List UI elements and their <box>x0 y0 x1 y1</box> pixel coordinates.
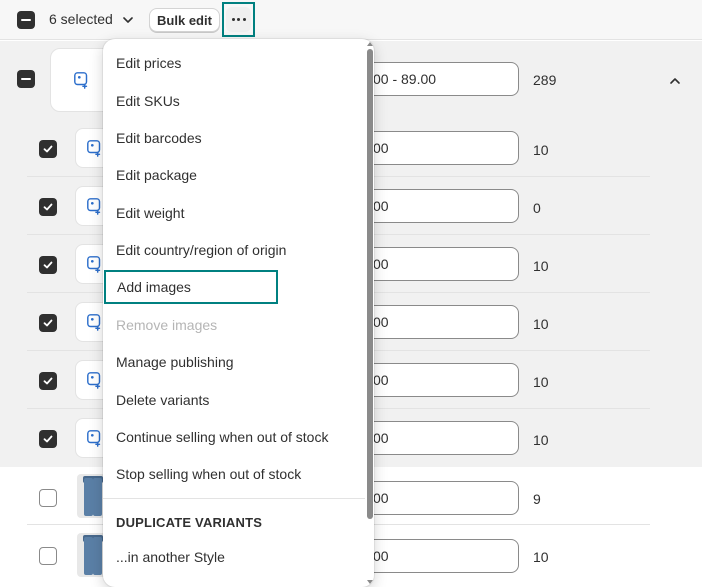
chevron-down-icon[interactable] <box>122 14 134 26</box>
menu-item-delete-variants[interactable]: Delete variants <box>103 383 365 417</box>
quantity-value: 10 <box>533 142 549 158</box>
bulk-edit-button[interactable]: Bulk edit <box>149 8 220 32</box>
ellipsis-icon <box>226 7 251 32</box>
select-all-checkbox[interactable] <box>17 11 35 29</box>
menu-item-stop-selling[interactable]: Stop selling when out of stock <box>103 457 365 491</box>
total-quantity: 289 <box>533 72 557 88</box>
menu-scrollbar[interactable] <box>366 39 374 587</box>
checkmark-icon <box>43 261 53 269</box>
checkmark-icon <box>43 435 53 443</box>
menu-divider <box>103 498 365 499</box>
price-field[interactable]: 00 <box>352 539 519 573</box>
menu-section-heading: DUPLICATE VARIANTS <box>116 515 263 530</box>
menu-item-manage-publishing[interactable]: Manage publishing <box>103 345 365 379</box>
add-image-icon <box>87 372 101 389</box>
menu-item-edit-prices[interactable]: Edit prices <box>103 46 365 80</box>
variant-checkbox[interactable] <box>39 430 57 448</box>
add-image-icon <box>87 430 101 447</box>
indeterminate-dash-icon <box>21 19 31 21</box>
parent-row-checkbox[interactable] <box>17 70 35 88</box>
more-actions-menu: Edit prices Edit SKUs Edit barcodes Edit… <box>103 39 374 587</box>
quantity-value: 0 <box>533 200 541 216</box>
checkmark-icon <box>43 377 53 385</box>
price-field[interactable]: 00 <box>352 131 519 165</box>
price-field[interactable]: 00 <box>352 247 519 281</box>
scroll-up-arrow-icon[interactable] <box>367 42 373 46</box>
price-field[interactable]: 00 <box>352 421 519 455</box>
quantity-value: 10 <box>533 258 549 274</box>
quantity-value: 10 <box>533 549 549 565</box>
scrollbar-thumb[interactable] <box>367 49 373 519</box>
variant-checkbox[interactable] <box>39 489 57 507</box>
indeterminate-dash-icon <box>21 78 31 80</box>
quantity-value: 10 <box>533 432 549 448</box>
add-image-icon <box>87 314 101 331</box>
add-image-icon <box>74 72 88 89</box>
price-field[interactable]: 00 <box>352 189 519 223</box>
variant-checkbox[interactable] <box>39 256 57 274</box>
checkmark-icon <box>43 145 53 153</box>
menu-item-edit-country-of-origin[interactable]: Edit country/region of origin <box>103 233 365 267</box>
chevron-up-icon[interactable] <box>668 74 682 88</box>
menu-item-remove-images: Remove images <box>116 317 218 333</box>
add-image-icon <box>87 198 101 215</box>
more-actions-button[interactable] <box>222 2 255 37</box>
add-image-icon <box>87 140 101 157</box>
menu-item-edit-package[interactable]: Edit package <box>103 158 365 192</box>
variant-checkbox[interactable] <box>39 140 57 158</box>
variant-checkbox[interactable] <box>39 547 57 565</box>
price-field[interactable]: 00 <box>352 363 519 397</box>
selected-count[interactable]: 6 selected <box>49 11 113 27</box>
bulk-action-toolbar: 6 selected Bulk edit <box>0 0 702 40</box>
menu-item-edit-barcodes[interactable]: Edit barcodes <box>103 121 365 155</box>
scroll-down-arrow-icon[interactable] <box>367 580 373 584</box>
checkmark-icon <box>43 203 53 211</box>
quantity-value: 10 <box>533 374 549 390</box>
variant-checkbox[interactable] <box>39 372 57 390</box>
menu-item-edit-weight[interactable]: Edit weight <box>103 196 365 230</box>
add-image-icon <box>87 256 101 273</box>
menu-item-duplicate-in-another-style[interactable]: ...in another Style <box>103 540 365 574</box>
menu-item-add-images[interactable]: Add images <box>104 270 278 304</box>
menu-item-edit-skus[interactable]: Edit SKUs <box>103 84 365 118</box>
checkmark-icon <box>43 319 53 327</box>
price-field[interactable]: 00 <box>352 481 519 515</box>
menu-item-continue-selling[interactable]: Continue selling when out of stock <box>103 420 365 454</box>
quantity-value: 10 <box>533 316 549 332</box>
price-field[interactable]: 00 <box>352 305 519 339</box>
variant-checkbox[interactable] <box>39 314 57 332</box>
quantity-value: 9 <box>533 491 541 507</box>
price-range-field[interactable]: 00 - 89.00 <box>352 62 519 96</box>
variant-checkbox[interactable] <box>39 198 57 216</box>
